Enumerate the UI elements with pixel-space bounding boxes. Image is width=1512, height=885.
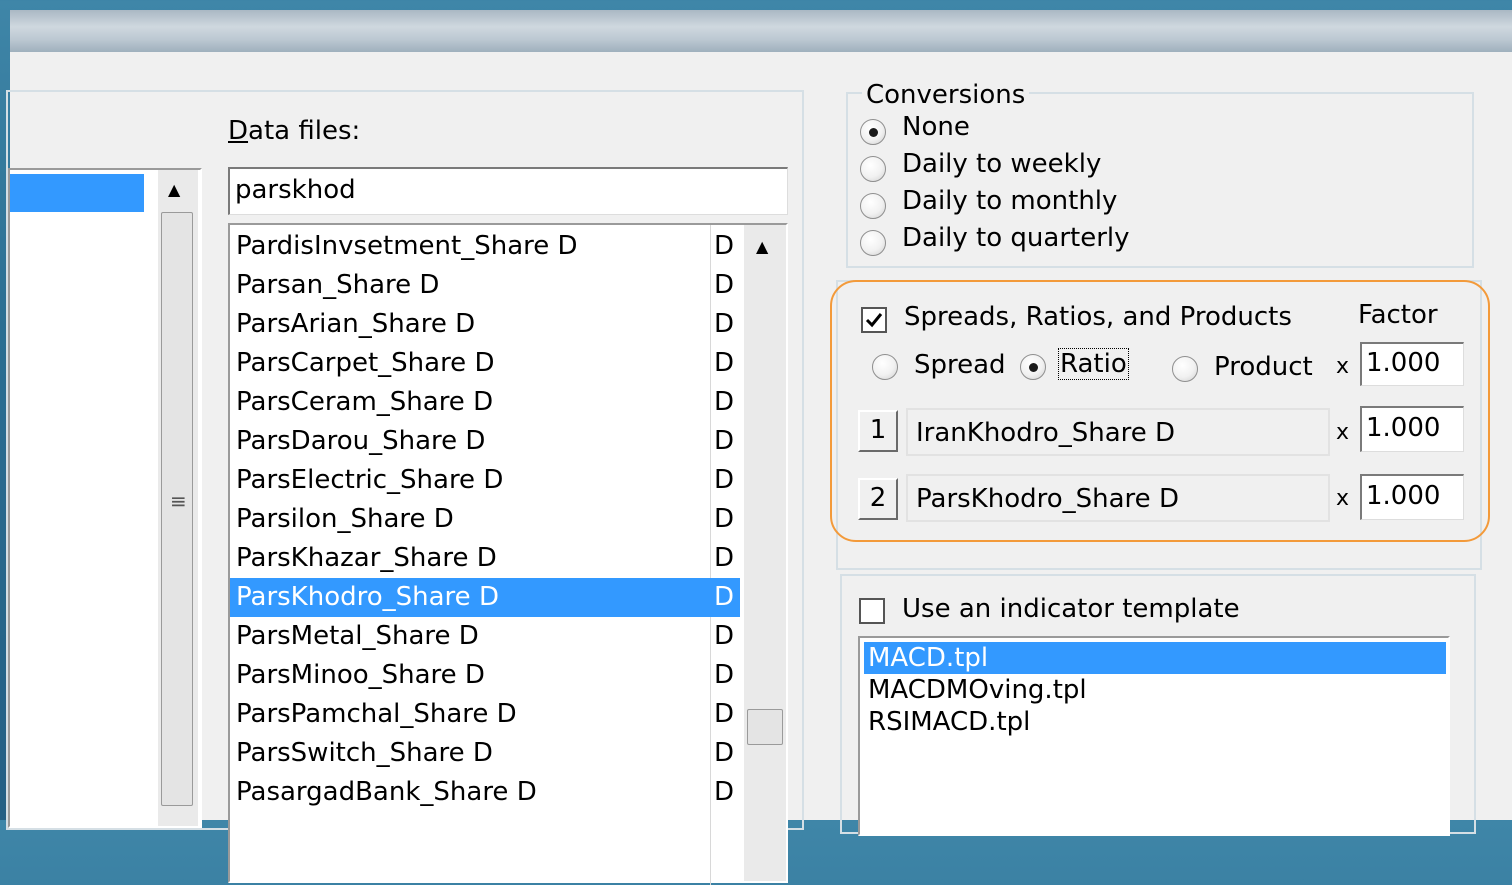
file-row[interactable]: ParsKhodro_Share D D [230, 578, 740, 617]
indicator-template-list[interactable]: MACD.tpl MACDMOving.tpl RSIMACD.tpl [858, 636, 1450, 836]
file-row[interactable]: ParsDarou_Share D D [230, 422, 740, 461]
data-files-scroll-thumb[interactable] [747, 709, 783, 745]
file-type: D [714, 777, 735, 807]
file-type: D [714, 504, 735, 534]
template-name: MACD.tpl [868, 643, 989, 673]
scroll-up-arrow-icon[interactable]: ▲ [756, 237, 768, 256]
series2-button[interactable]: 2 [858, 478, 898, 520]
factor-label: Factor [1358, 300, 1438, 330]
file-row[interactable]: Parsilon_Share D D [230, 500, 740, 539]
series1-times-symbol: x [1336, 420, 1350, 445]
template-name: RSIMACD.tpl [868, 707, 1031, 737]
grip-icon: ≡ [170, 489, 187, 513]
product-radio-label: Product [1214, 352, 1313, 382]
template-row[interactable]: MACDMOving.tpl [864, 674, 1446, 706]
file-name: ParsMinoo_Share D [236, 660, 485, 690]
file-row[interactable]: ParsElectric_Share D D [230, 461, 740, 500]
file-row[interactable]: ParsSwitch_Share D D [230, 734, 740, 773]
file-type: D [714, 387, 735, 417]
conversion-radio[interactable] [860, 119, 886, 145]
folder-tree[interactable]: ▲ ≡ [8, 168, 202, 828]
conversions-title: Conversions [862, 80, 1030, 110]
checkmark-icon [865, 313, 883, 328]
file-type: D [714, 426, 735, 456]
file-row[interactable]: Parsan_Share D D [230, 266, 740, 305]
file-type: D [714, 543, 735, 573]
file-row[interactable]: ParsMinoo_Share D D [230, 656, 740, 695]
file-row[interactable]: ParsCarpet_Share D D [230, 344, 740, 383]
file-row[interactable]: ParsArian_Share D D [230, 305, 740, 344]
file-name: ParsPamchal_Share D [236, 699, 517, 729]
file-name: ParsSwitch_Share D [236, 738, 493, 768]
folder-tree-scroll-thumb[interactable]: ≡ [161, 212, 193, 806]
file-name: PardisInvsetment_Share D [236, 231, 578, 261]
file-name: ParsKhodro_Share D [236, 582, 499, 612]
file-type: D [714, 309, 735, 339]
spread-radio-label: Spread [914, 350, 1006, 380]
conversion-radio[interactable] [860, 156, 886, 182]
file-row[interactable]: ParsCeram_Share D D [230, 383, 740, 422]
template-row[interactable]: RSIMACD.tpl [864, 706, 1446, 738]
file-name: ParsElectric_Share D [236, 465, 504, 495]
file-type: D [714, 699, 735, 729]
series2-name-field: ParsKhodro_Share D [906, 474, 1330, 522]
data-files-search-input[interactable]: parskhod [228, 167, 788, 215]
ratio-radio[interactable] [1020, 354, 1046, 380]
series2-times-symbol: x [1336, 486, 1350, 511]
file-type: D [714, 621, 735, 651]
template-row[interactable]: MACD.tpl [864, 642, 1446, 674]
file-name: PasargadBank_Share D [236, 777, 537, 807]
file-name: ParsKhazar_Share D [236, 543, 497, 573]
product-radio[interactable] [1172, 356, 1198, 382]
file-type: D [714, 660, 735, 690]
file-name: ParsArian_Share D [236, 309, 476, 339]
data-files-list[interactable]: PardisInvsetment_Share D D Parsan_Share D D… [228, 223, 788, 885]
ratio-radio-label: Ratio [1058, 348, 1129, 380]
conversion-label: Daily to monthly [902, 186, 1118, 216]
conversion-radio[interactable] [860, 193, 886, 219]
folder-tree-scrollbar[interactable]: ▲ ≡ [158, 170, 198, 826]
file-row[interactable]: PasargadBank_Share D D [230, 773, 740, 812]
file-row[interactable]: ParsPamchal_Share D D [230, 695, 740, 734]
file-name: ParsDarou_Share D [236, 426, 486, 456]
result-times-symbol: x [1336, 354, 1350, 379]
data-files-label: Data files: [228, 116, 361, 146]
conversion-label: Daily to weekly [902, 149, 1102, 179]
conversion-label: None [902, 112, 970, 142]
file-name: ParsCeram_Share D [236, 387, 494, 417]
data-files-scrollbar[interactable]: ▲ [744, 225, 786, 881]
file-type: D [714, 465, 735, 495]
dialog-body: ▲ ≡ Data files: parskhod PardisInvsetmen… [6, 52, 1512, 885]
result-factor-input[interactable]: 1.000 [1360, 342, 1464, 386]
file-name: ParsCarpet_Share D [236, 348, 495, 378]
file-row[interactable]: ParsMetal_Share D D [230, 617, 740, 656]
file-name: Parsan_Share D [236, 270, 440, 300]
indicator-checkbox[interactable] [859, 598, 885, 624]
conversion-radio[interactable] [860, 230, 886, 256]
file-type: D [714, 231, 735, 261]
file-type: D [714, 738, 735, 768]
file-name: Parsilon_Share D [236, 504, 454, 534]
conversion-label: Daily to quarterly [902, 223, 1130, 253]
file-type: D [714, 348, 735, 378]
file-type: D [714, 582, 735, 612]
spreads-checkbox[interactable] [861, 307, 887, 333]
series1-name-field: IranKhodro_Share D [906, 408, 1330, 456]
indicator-checkbox-label: Use an indicator template [902, 594, 1240, 624]
template-name: MACDMOving.tpl [868, 675, 1087, 705]
series1-button[interactable]: 1 [858, 410, 898, 452]
file-type: D [714, 270, 735, 300]
file-row[interactable]: PardisInvsetment_Share D D [230, 227, 740, 266]
folder-tree-selected-item[interactable] [10, 174, 144, 212]
spreads-checkbox-label: Spreads, Ratios, and Products [904, 302, 1292, 332]
file-name: ParsMetal_Share D [236, 621, 479, 651]
scroll-up-arrow-icon[interactable]: ▲ [168, 180, 180, 199]
window-titlebar[interactable] [10, 10, 1512, 52]
spread-radio[interactable] [872, 354, 898, 380]
file-row[interactable]: ParsKhazar_Share D D [230, 539, 740, 578]
series2-factor-input[interactable]: 1.000 [1360, 474, 1464, 520]
series1-factor-input[interactable]: 1.000 [1360, 406, 1464, 452]
